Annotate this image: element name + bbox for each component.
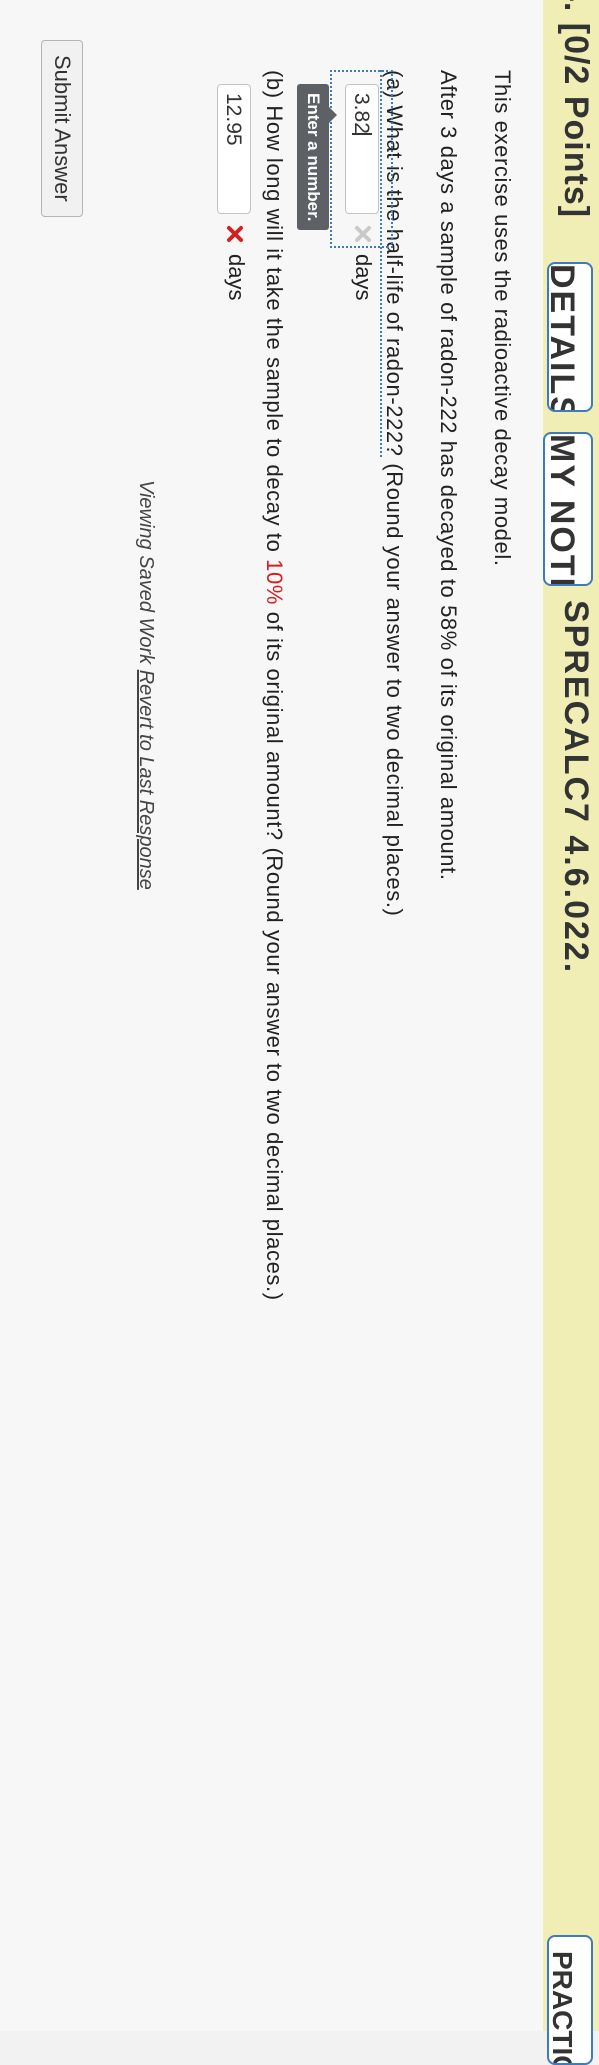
stem-after: of its original amount. xyxy=(436,650,461,881)
question-header: 4. [0/2 Points] DETAILS MY NOTES SPRECALC… xyxy=(542,0,599,2065)
stem-before: After 3 days a sample of radon-222 has d… xyxy=(436,70,461,606)
incorrect-x-icon xyxy=(227,226,243,242)
question-stem: After 3 days a sample of radon-222 has d… xyxy=(435,70,461,881)
practice-button[interactable]: PRACTICE xyxy=(547,1935,593,2065)
my-notes-button[interactable]: MY NOTES xyxy=(543,432,593,586)
part-b-answer-input[interactable]: 12.95 xyxy=(217,84,251,214)
part-b-label-after: of its original amount? (Round your answ… xyxy=(262,605,287,1301)
tooltip-arrow xyxy=(329,107,337,123)
question-body: This exercise uses the radioactive decay… xyxy=(0,0,543,2031)
part-b-percent: 10% xyxy=(262,559,287,606)
points-label: 4. [0/2 Points] xyxy=(557,0,595,219)
saved-work-notice: Viewing Saved Work Revert to Last Respon… xyxy=(134,480,157,890)
part-a-hint: (Round your answer to two decimal places… xyxy=(382,456,407,917)
submit-answer-button[interactable]: Submit Answer xyxy=(41,40,83,217)
part-a-answer-input[interactable]: 3.82 xyxy=(345,84,379,214)
rotated-page: 4. [0/2 Points] DETAILS MY NOTES SPRECALC… xyxy=(0,0,599,2065)
enter-number-tooltip: Enter a number. xyxy=(297,84,329,231)
stem-percent: 58% xyxy=(436,605,461,651)
saved-work-prefix: Viewing Saved Work xyxy=(135,480,157,670)
part-b-unit: days xyxy=(224,254,249,301)
details-button[interactable]: DETAILS xyxy=(547,262,593,412)
part-b-text: (b) How long will it take the sample to … xyxy=(261,70,287,1301)
part-a-unit: days xyxy=(351,254,376,301)
text-caret xyxy=(352,133,372,135)
intro-text: This exercise uses the radioactive decay… xyxy=(490,70,515,567)
incorrect-x-icon xyxy=(355,226,371,242)
problem-id: SPRECALC7 4.6.022. xyxy=(557,600,595,975)
part-b-label-before: (b) How long will it take the sample to … xyxy=(262,70,287,560)
revert-link[interactable]: Revert to Last Response xyxy=(135,670,157,890)
